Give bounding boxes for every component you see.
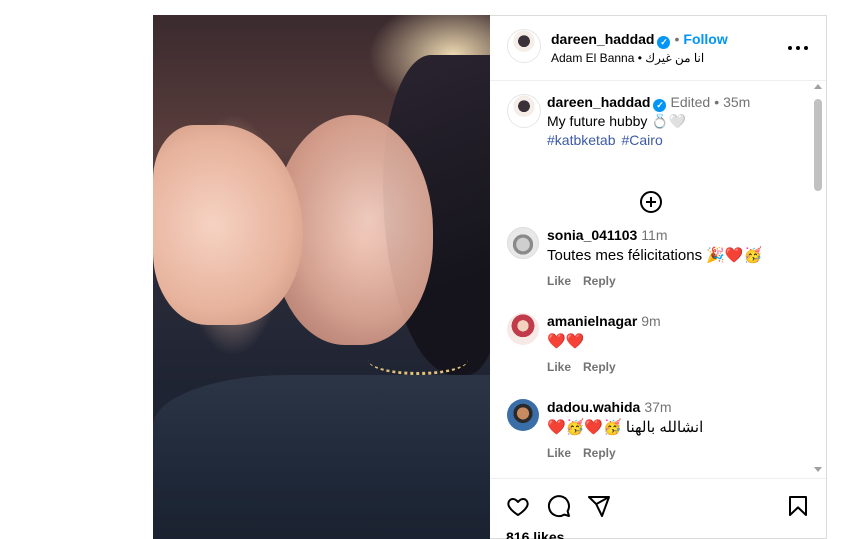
audio-song: انا من غيرك [645,51,705,65]
comment-time: 11m [641,227,668,243]
follow-button[interactable]: Follow [683,31,727,47]
audio-info[interactable]: Adam El Banna • انا من غيرك [551,51,704,65]
comment-user-line: dadou.wahida 37m [547,399,672,415]
like-comment-button[interactable]: Like [547,274,571,288]
comment-username[interactable]: sonia_041103 [547,227,637,243]
comment-actions: Like Reply [547,360,628,374]
like-comment-button[interactable]: Like [547,446,571,460]
comment-text: ❤️❤️ [547,333,585,350]
post-side-panel: dareen_haddad ✓ • Follow Adam El Banna • ان… [490,15,827,539]
more-icon[interactable] [788,38,808,58]
header-user-line: dareen_haddad ✓ • Follow [551,31,728,49]
caption-text: My future hubby 💍🤍 [547,113,687,129]
bookmark-icon[interactable] [786,494,810,518]
dot-separator: • [714,94,720,110]
more-dot [796,46,800,50]
comments-scrollbar[interactable] [812,82,824,477]
comment-username[interactable]: amanielnagar [547,313,637,329]
commenter-avatar[interactable] [507,313,539,345]
post-actions-bar: 816 likes [490,478,826,539]
comment-icon[interactable] [547,494,571,518]
photo-hand [153,125,303,325]
verified-icon: ✓ [657,36,671,49]
comment-username[interactable]: dadou.wahida [547,399,640,415]
photo-necklace [368,345,468,375]
comment-actions: Like Reply [547,274,628,288]
comment-user-line: amanielnagar 9m [547,313,661,329]
comment-text: Toutes mes félicitations 🎉❤️🥳 [547,247,763,264]
audio-separator: • [634,51,646,65]
scroll-up-arrow[interactable] [814,84,822,89]
instagram-post-modal: dareen_haddad ✓ • Follow Adam El Banna • ان… [0,0,856,539]
verified-icon: ✓ [653,99,667,112]
audio-artist: Adam El Banna [551,51,635,65]
caption-username[interactable]: dareen_haddad [547,94,650,110]
comment-user-line: sonia_041103 11m [547,227,668,243]
post-header: dareen_haddad ✓ • Follow Adam El Banna • ان… [490,16,826,81]
owner-username[interactable]: dareen_haddad [551,31,654,47]
more-dot [788,46,792,50]
like-comment-button[interactable]: Like [547,360,571,374]
comment-time: 9m [641,313,661,329]
reply-button[interactable]: Reply [583,360,616,374]
photo-shoulder [153,375,490,539]
more-dot [804,46,808,50]
add-comment-icon[interactable] [640,191,662,213]
hashtag-link[interactable]: #Cairo [622,132,663,148]
reply-button[interactable]: Reply [583,274,616,288]
comment-time: 37m [644,399,672,415]
comment-text: ❤️🥳❤️🥳 انشالله بالهنا [547,419,704,436]
commenter-avatar[interactable] [507,227,539,259]
reply-button[interactable]: Reply [583,446,616,460]
post-photo[interactable] [153,15,490,539]
hashtag-link[interactable]: #katbketab [547,132,616,148]
comment-actions: Like Reply [547,446,628,460]
comments-list[interactable]: dareen_haddad ✓ Edited • 35m My future hubby… [490,82,810,477]
edited-label: Edited [670,94,711,110]
hashtags: #katbketab #Cairo [547,132,669,148]
share-icon[interactable] [587,494,611,518]
caption-time: 35m [723,94,751,110]
heart-icon[interactable] [506,494,530,518]
caption-avatar[interactable] [507,94,541,128]
scroll-down-arrow[interactable] [814,467,822,472]
scroll-thumb[interactable] [814,99,822,191]
owner-avatar[interactable] [507,29,541,63]
commenter-avatar[interactable] [507,399,539,431]
dot-separator: • [674,31,680,47]
likes-count[interactable]: 816 likes [506,529,564,539]
caption-user-line: dareen_haddad ✓ Edited • 35m [547,94,750,112]
